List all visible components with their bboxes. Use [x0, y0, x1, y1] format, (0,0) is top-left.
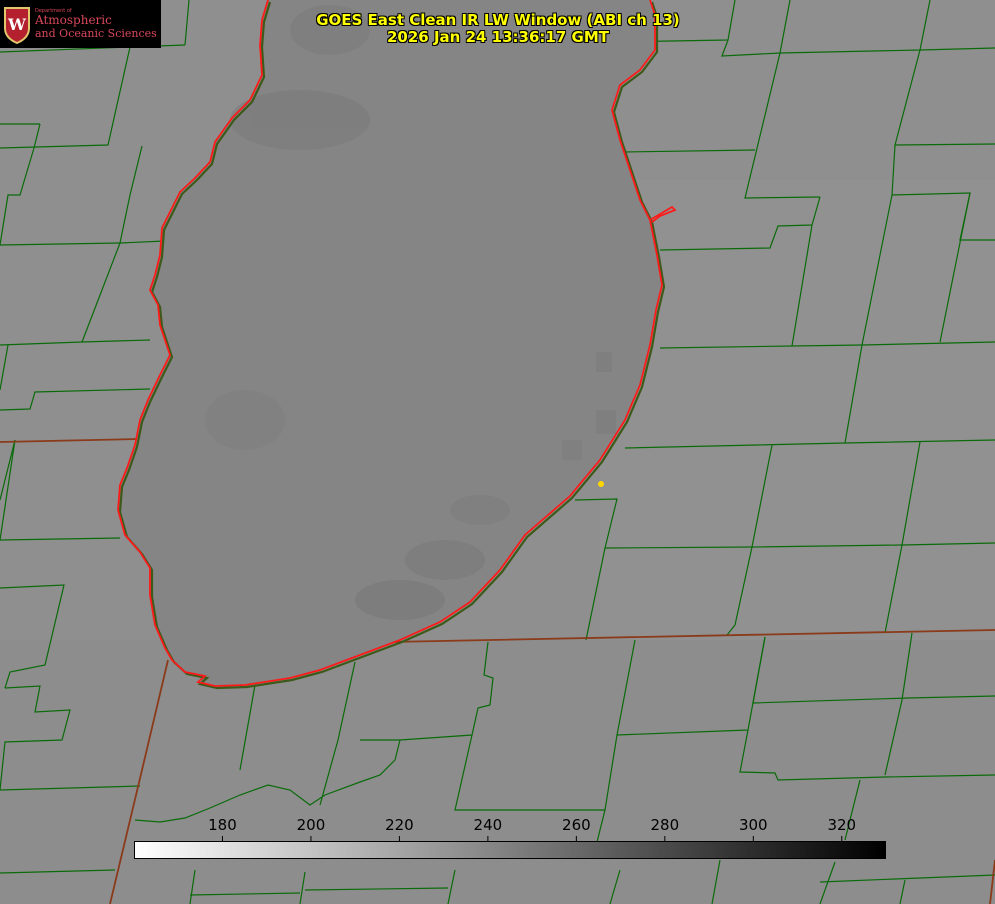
colorbar-ticks: 180 200 220 240 260 280 300 320	[208, 816, 856, 841]
colorbar-tick-label: 260	[562, 816, 591, 834]
colorbar-tick-label: 320	[827, 816, 856, 834]
colorbar-tick-label: 240	[474, 816, 503, 834]
colorbar	[134, 841, 886, 859]
colorbar-tick-label: 300	[739, 816, 768, 834]
colorbar-tick-label: 280	[651, 816, 680, 834]
satellite-image: W Department of Atmospheric and Oceanic …	[0, 0, 995, 904]
colorbar-tick-label: 180	[208, 816, 237, 834]
colorbar-tick-label: 200	[297, 816, 326, 834]
colorbar-tick-label: 220	[385, 816, 414, 834]
